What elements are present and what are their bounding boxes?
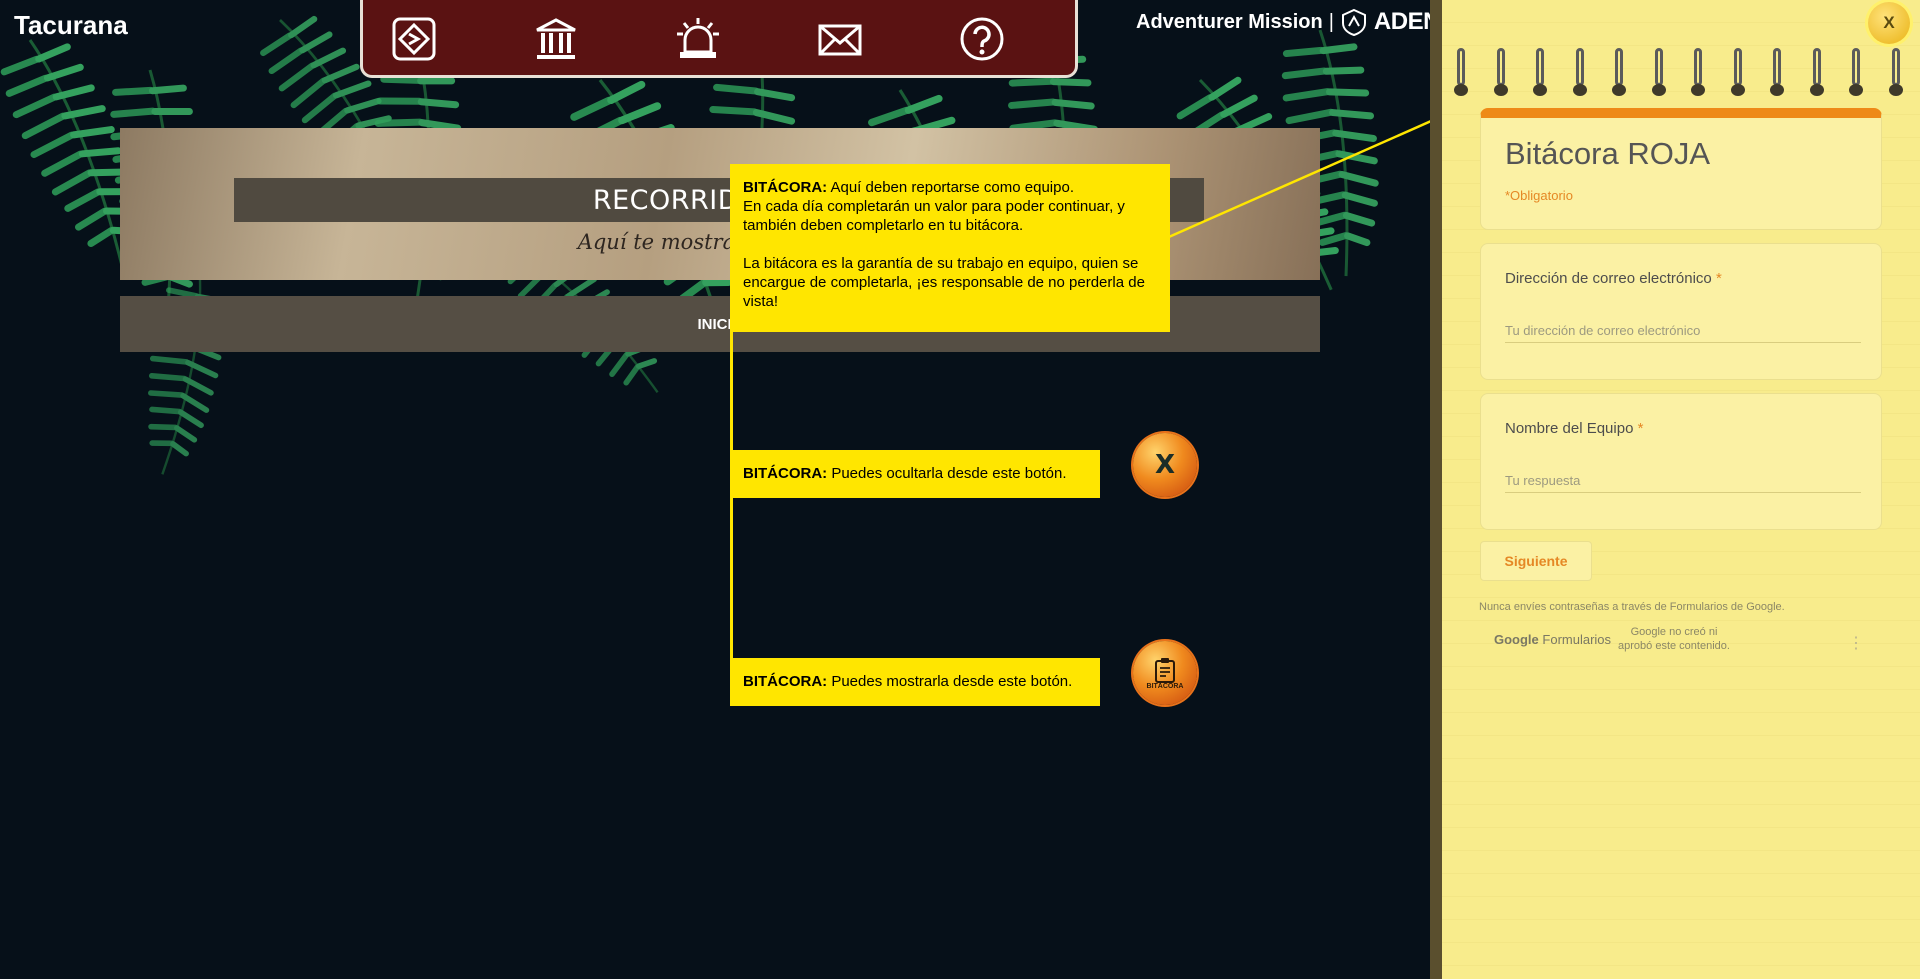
palm-leaves-decoration: [0, 0, 1430, 560]
tooltip-connector-diagonal: [1161, 120, 1430, 242]
team-question-card: Nombre del Equipo *: [1480, 393, 1882, 530]
tooltip-hide-text: Puedes ocultarla desde este botón.: [827, 465, 1067, 482]
google-forms-logo[interactable]: Google Formularios: [1494, 632, 1611, 647]
top-toolbar: [360, 0, 1078, 78]
email-question-card: Dirección de correo electrónico *: [1480, 243, 1882, 380]
spiral-ring: [1691, 48, 1705, 96]
map-button[interactable]: [389, 14, 439, 64]
aden-logo: ADEN: [1373, 8, 1430, 35]
bitacora-show-tooltip: BITÁCORA: Puedes mostrarla desde este bo…: [730, 658, 1100, 706]
brand-header: Adventurer Mission | ADEN: [1136, 8, 1430, 36]
email-field[interactable]: [1505, 318, 1861, 343]
email-label-text: Dirección de correo electrónico: [1505, 270, 1712, 287]
google-forms-footer: Google Formularios Google no creó ni apr…: [1480, 624, 1882, 660]
museum-button[interactable]: [531, 14, 581, 64]
spiral-ring: [1730, 48, 1745, 96]
tooltip-show-heading: BITÁCORA:: [743, 673, 828, 690]
mail-button[interactable]: [815, 14, 865, 64]
game-area: Tacurana Adventurer Mission | ADE RECORR…: [0, 0, 1430, 979]
tooltip-main-line2: En cada día completarán un valor para po…: [743, 198, 1125, 234]
brand-separator: |: [1328, 10, 1334, 33]
tooltip-main-line1: Aquí deben reportarse como equipo.: [827, 179, 1074, 196]
google-logo-text: Google: [1494, 632, 1539, 647]
required-star: *: [1637, 420, 1644, 437]
team-label: Nombre del Equipo *: [1505, 420, 1643, 437]
notebook-close-label: X: [1883, 13, 1895, 32]
notebook-close-button[interactable]: X: [1868, 2, 1910, 44]
tooltip-hide-heading: BITÁCORA:: [743, 465, 828, 482]
app-title: Tacurana: [14, 10, 128, 40]
tooltip-connector-vertical: [730, 330, 733, 672]
next-button-label: Siguiente: [1504, 553, 1568, 569]
aden-shield-icon: [1341, 8, 1366, 36]
spiral-ring: [1612, 48, 1626, 96]
spiral-ring: [1533, 48, 1547, 96]
password-warning: Nunca envíes contraseñas a través de For…: [1479, 601, 1785, 613]
forms-logo-text: Formularios: [1542, 632, 1612, 647]
tooltip-main-heading: BITÁCORA:: [743, 179, 828, 196]
show-bitacora-label: BITÁCORA: [1146, 682, 1184, 690]
team-name-field[interactable]: [1505, 468, 1861, 493]
museum-icon: [536, 18, 576, 59]
required-star: *: [1715, 270, 1722, 287]
clipboard-icon: [1155, 657, 1175, 683]
spiral-ring: [1572, 48, 1587, 96]
hide-bitacora-label: X: [1154, 450, 1176, 480]
spiral-ring: [1651, 48, 1666, 96]
question-icon: [960, 17, 1004, 61]
spiral-ring: [1493, 48, 1508, 96]
google-disclaimer: Google no creó ni aprobó este contenido.: [1618, 626, 1730, 652]
siren-icon: [677, 18, 719, 58]
tooltip-main-line3: La bitácora es la garantía de su trabajo…: [743, 255, 1145, 310]
show-bitacora-button[interactable]: BITÁCORA: [1133, 641, 1197, 705]
team-label-text: Nombre del Equipo: [1505, 420, 1634, 437]
more-options-icon[interactable]: ⋮: [1848, 633, 1864, 653]
help-button[interactable]: [957, 14, 1007, 64]
bitacora-hide-tooltip: BITÁCORA: Puedes ocultarla desde este bo…: [730, 450, 1100, 498]
spiral-ring: [1454, 48, 1468, 96]
brand-text: Adventurer Mission: [1136, 10, 1323, 33]
email-label: Dirección de correo electrónico *: [1505, 270, 1722, 287]
form-header-card: Bitácora ROJA *Obligatorio: [1480, 108, 1882, 230]
map-pin-icon: [392, 17, 436, 61]
spiral-ring: [1849, 48, 1863, 96]
hide-bitacora-button[interactable]: X: [1133, 433, 1197, 497]
alert-button[interactable]: [673, 14, 723, 64]
spiral-ring: [1770, 48, 1784, 96]
spiral-ring: [1809, 48, 1824, 96]
tooltip-show-text: Puedes mostrarla desde este botón.: [827, 673, 1073, 690]
spiral-ring: [1888, 48, 1903, 96]
next-button[interactable]: Siguiente: [1480, 541, 1592, 581]
bitacora-main-tooltip: BITÁCORA: Aquí deben reportarse como equ…: [730, 164, 1170, 332]
form-title: Bitácora ROJA: [1505, 136, 1711, 171]
required-note: *Obligatorio: [1505, 188, 1573, 203]
notebook-spiral-rings: [1454, 48, 1903, 96]
envelope-icon: [818, 24, 862, 56]
